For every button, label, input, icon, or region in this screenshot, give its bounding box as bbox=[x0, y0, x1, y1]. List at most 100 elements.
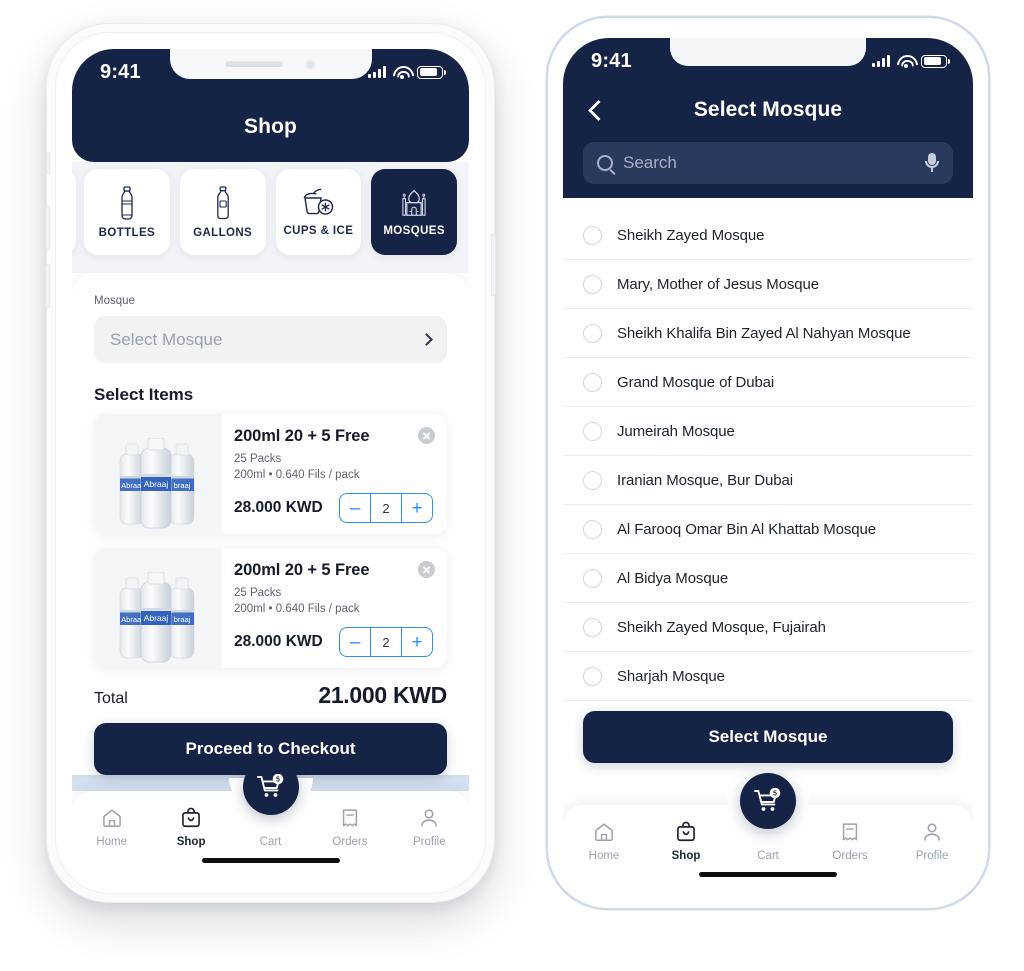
microphone-icon[interactable] bbox=[925, 153, 939, 173]
svg-text:braaj: braaj bbox=[174, 481, 191, 490]
tab-label: Shop bbox=[176, 836, 206, 848]
select-mosque-header: 9:41 Select Mosque bbox=[563, 38, 973, 198]
product-details: 200ml 20 + 5 Free 25 Packs 200ml • 0.640… bbox=[222, 414, 447, 534]
tab-orders[interactable]: Orders bbox=[809, 821, 891, 862]
mosque-name: Al Bidya Mosque bbox=[617, 569, 729, 587]
cart-fab-button[interactable]: 5 bbox=[242, 759, 299, 815]
search-input[interactable] bbox=[623, 153, 915, 173]
product-packs: 25 Packs bbox=[234, 587, 282, 599]
remove-item-button[interactable] bbox=[418, 561, 435, 578]
tab-label: Orders bbox=[332, 836, 368, 848]
category-label: BOTTLES bbox=[98, 226, 156, 239]
phone-device-right: 9:41 Select Mosque Search Sheikh Zayed M… bbox=[548, 18, 988, 908]
mosque-icon bbox=[402, 189, 426, 216]
category-card-peek bbox=[72, 169, 76, 255]
tab-shop[interactable]: Shop bbox=[151, 807, 230, 848]
screenshot-canvas: 9:41 Shop BOTTLES GALLONS CUPS & ICE MOS… bbox=[0, 0, 1024, 971]
tab-profile[interactable]: Profile bbox=[390, 807, 469, 848]
receipt-icon bbox=[842, 823, 858, 841]
mute-switch bbox=[46, 152, 50, 174]
mosque-list-item[interactable]: Sheikh Khalifa Bin Zayed Al Nahyan Mosqu… bbox=[563, 309, 973, 358]
mosque-list-item[interactable]: Jumeirah Mosque bbox=[563, 407, 973, 456]
water-bottles-image: Abraaj braaj Abraaj bbox=[119, 438, 195, 529]
home-indicator bbox=[201, 858, 340, 863]
decrement-button[interactable]: – bbox=[340, 494, 370, 522]
category-tab-bottles[interactable]: BOTTLES bbox=[84, 169, 170, 255]
category-tab-strip: BOTTLES GALLONS CUPS & ICE MOSQUES bbox=[72, 162, 469, 273]
tab-shop[interactable]: Shop bbox=[645, 821, 727, 862]
mosque-name: Sheikh Zayed Mosque, Fujairah bbox=[617, 618, 826, 636]
status-bar-right: 9:41 bbox=[563, 38, 973, 84]
product-card[interactable]: Abraaj braaj Abraaj 200ml 20 + 5 Free 25… bbox=[94, 414, 447, 534]
mosque-list-item[interactable]: Al Farooq Omar Bin Al Khattab Mosque bbox=[563, 505, 973, 554]
home-icon bbox=[595, 823, 613, 841]
phone-device-left: 9:41 Shop BOTTLES GALLONS CUPS & ICE MOS… bbox=[45, 24, 496, 902]
category-label: GALLONS bbox=[193, 226, 253, 239]
wifi-icon bbox=[393, 66, 410, 79]
quantity-stepper[interactable]: – 2 + bbox=[339, 493, 433, 523]
status-bar-left: 9:41 bbox=[72, 49, 469, 95]
radio-button[interactable] bbox=[583, 274, 602, 294]
radio-button[interactable] bbox=[583, 666, 602, 686]
shop-content: Mosque Select Mosque Select Items Abraaj… bbox=[72, 273, 469, 791]
mosque-list-item[interactable]: Mary, Mother of Jesus Mosque bbox=[563, 260, 973, 309]
mosque-list-item[interactable]: Al Bidya Mosque bbox=[563, 554, 973, 603]
radio-button[interactable] bbox=[583, 470, 602, 490]
decrement-button[interactable]: – bbox=[340, 628, 370, 656]
chevron-right-icon bbox=[420, 333, 433, 346]
increment-button[interactable]: + bbox=[402, 494, 432, 522]
cart-badge-count: 5 bbox=[276, 777, 280, 784]
radio-button[interactable] bbox=[583, 372, 602, 392]
tab-home[interactable]: Home bbox=[72, 807, 151, 848]
category-label: MOSQUES bbox=[383, 224, 445, 237]
water-bottles-image: Abraaj braaj Abraaj bbox=[119, 572, 195, 663]
increment-button[interactable]: + bbox=[402, 628, 432, 656]
remove-item-button[interactable] bbox=[418, 427, 435, 444]
select-mosque-button[interactable]: Select Mosque bbox=[583, 711, 953, 763]
svg-text:Abraaj: Abraaj bbox=[121, 481, 143, 490]
category-tab-cups-ice[interactable]: CUPS & ICE bbox=[275, 169, 362, 255]
power-button bbox=[491, 234, 496, 296]
total-value: 21.000 KWD bbox=[318, 682, 447, 708]
tab-label: Shop bbox=[671, 850, 701, 862]
category-tab-gallons[interactable]: GALLONS bbox=[179, 169, 266, 255]
receipt-icon bbox=[342, 809, 358, 827]
tab-profile[interactable]: Profile bbox=[891, 821, 973, 862]
tab-label: Orders bbox=[832, 850, 868, 862]
cart-fab-button[interactable]: 5 bbox=[740, 773, 796, 829]
wifi-icon bbox=[897, 55, 914, 68]
product-unit-detail: 200ml • 0.640 Fils / pack bbox=[234, 469, 360, 481]
radio-button[interactable] bbox=[583, 323, 602, 343]
bottle-icon bbox=[121, 185, 133, 220]
product-card[interactable]: Abraaj braaj Abraaj 200ml 20 + 5 Free 25… bbox=[94, 548, 447, 668]
mosque-list-item[interactable]: Sheikh Zayed Mosque bbox=[563, 211, 973, 260]
search-bar[interactable] bbox=[583, 142, 953, 184]
mosque-select-field[interactable]: Select Mosque bbox=[94, 316, 447, 363]
mosque-list-item[interactable]: Iranian Mosque, Bur Dubai bbox=[563, 456, 973, 505]
back-button[interactable] bbox=[585, 99, 607, 121]
radio-button[interactable] bbox=[583, 568, 602, 588]
product-price: 28.000 KWD bbox=[234, 499, 323, 516]
category-tab-mosques[interactable]: MOSQUES bbox=[371, 169, 457, 255]
radio-button[interactable] bbox=[583, 519, 602, 539]
select-items-title: Select Items bbox=[94, 385, 194, 404]
quantity-stepper[interactable]: – 2 + bbox=[339, 627, 433, 657]
cart-badge-count: 5 bbox=[773, 791, 777, 798]
mosque-list-item[interactable]: Sheikh Zayed Mosque, Fujairah bbox=[563, 603, 973, 652]
mosque-list-item[interactable]: Grand Mosque of Dubai bbox=[563, 358, 973, 407]
svg-text:braaj: braaj bbox=[174, 615, 191, 624]
radio-button[interactable] bbox=[583, 617, 602, 637]
shop-bag-icon bbox=[182, 807, 201, 828]
cellular-bars-icon bbox=[872, 55, 890, 67]
tab-orders[interactable]: Orders bbox=[310, 807, 389, 848]
tab-home[interactable]: Home bbox=[563, 821, 645, 862]
person-icon bbox=[924, 823, 940, 841]
mosque-name: Grand Mosque of Dubai bbox=[617, 373, 775, 391]
tab-label: Home bbox=[96, 836, 128, 848]
radio-button[interactable] bbox=[583, 225, 602, 245]
mosque-list-item[interactable]: Sharjah Mosque bbox=[563, 652, 973, 701]
tab-label: Profile bbox=[915, 850, 949, 862]
radio-button[interactable] bbox=[583, 421, 602, 441]
category-label: CUPS & ICE bbox=[283, 224, 354, 237]
mosque-name: Al Farooq Omar Bin Al Khattab Mosque bbox=[617, 520, 877, 538]
